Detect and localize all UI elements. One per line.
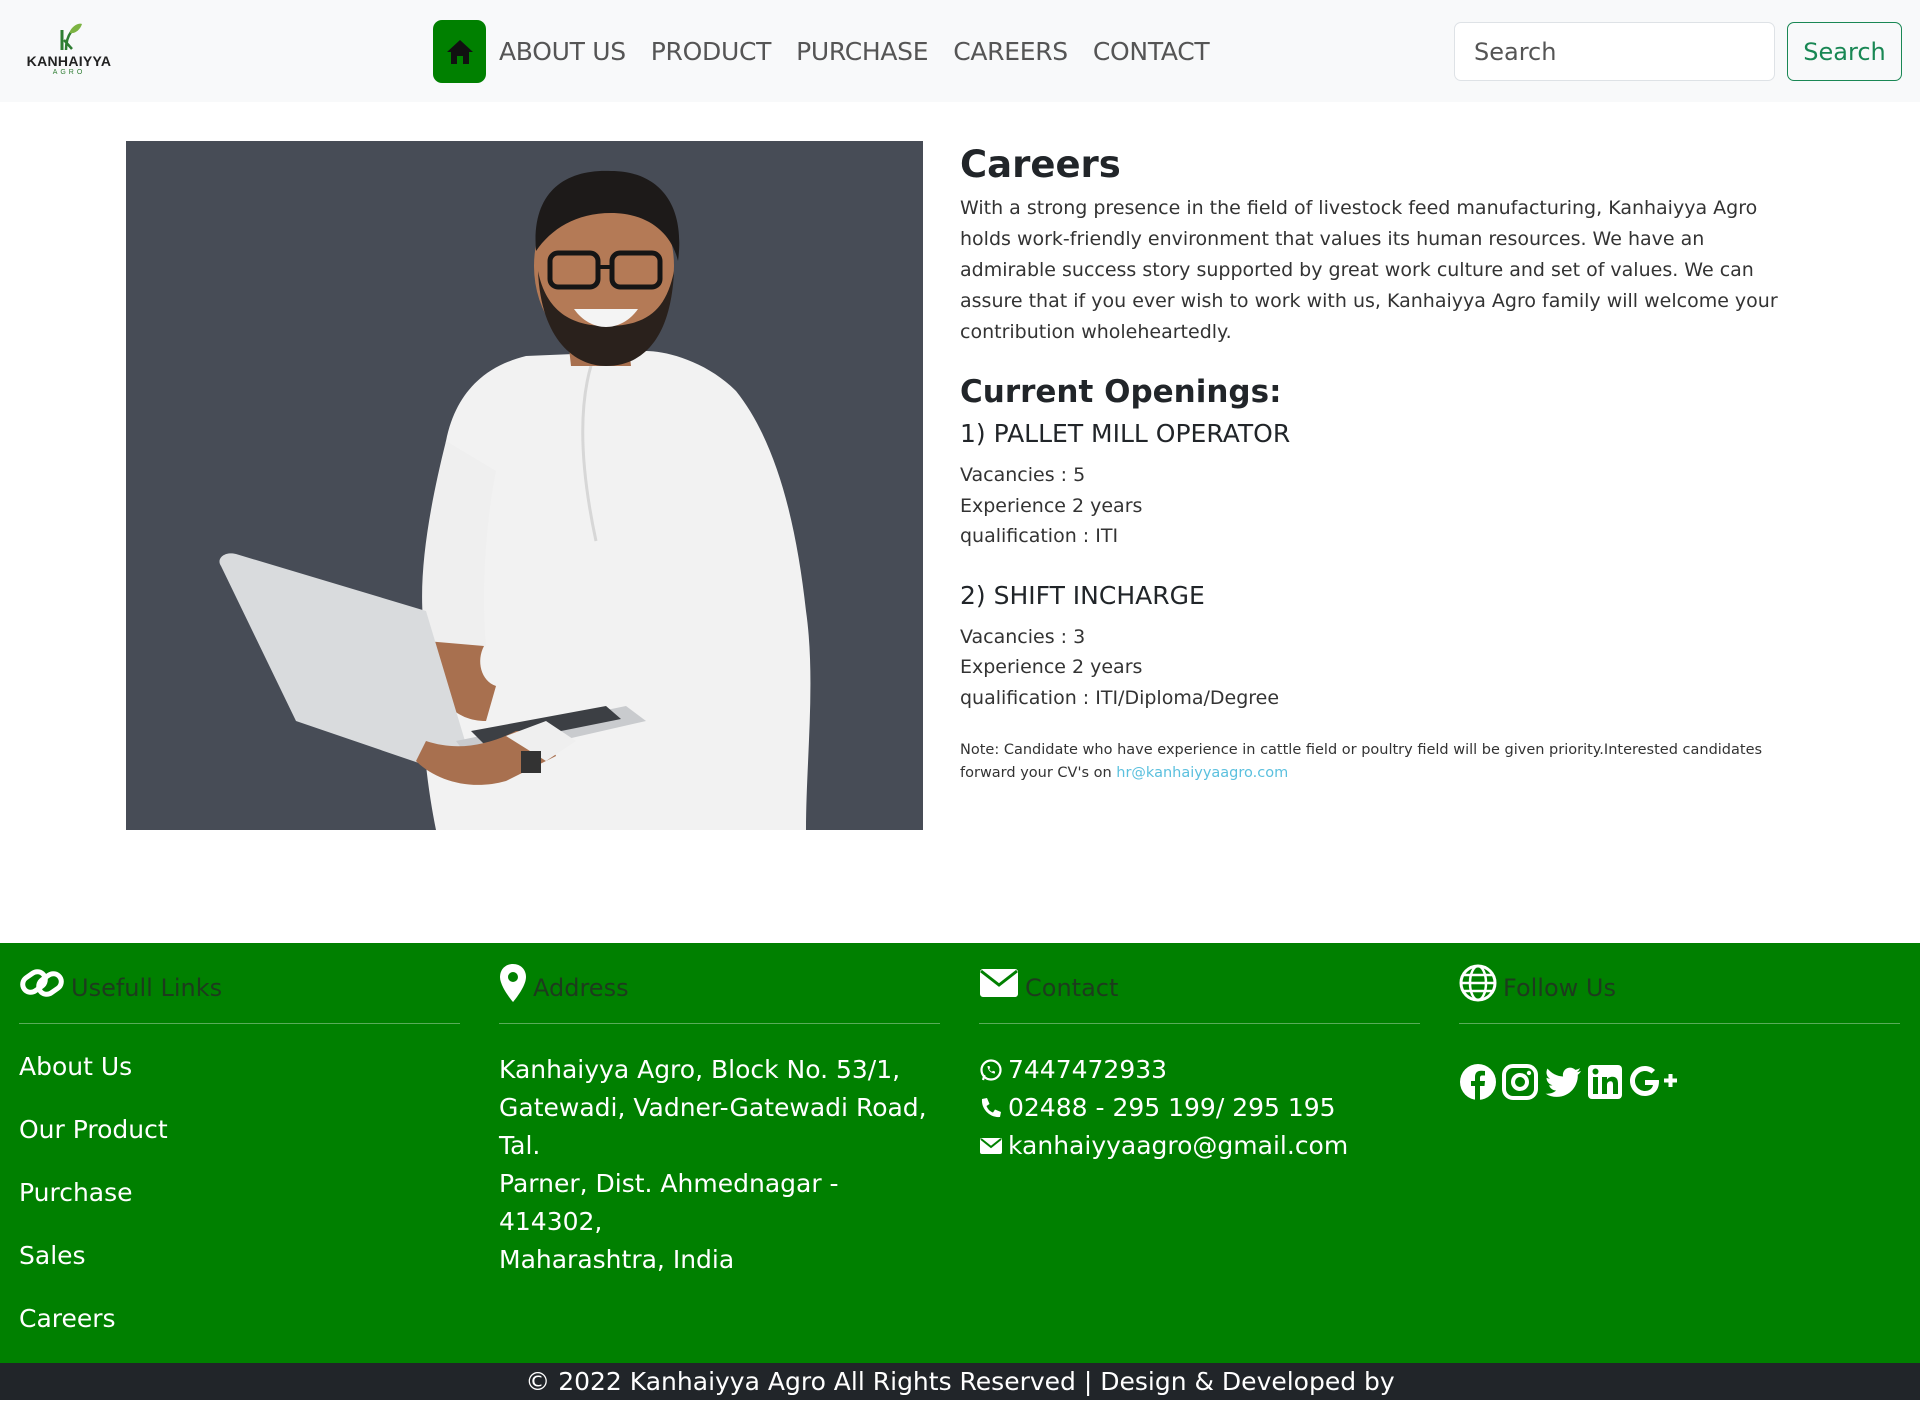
footer-divider bbox=[19, 1023, 460, 1024]
phone-icon bbox=[981, 1098, 1001, 1118]
hr-email-link[interactable]: hr@kanhaiyyaagro.com bbox=[1116, 765, 1288, 781]
job-vacancies: Vacancies : 3 bbox=[960, 625, 1086, 648]
address-line: Parner, Dist. Ahmednagar - 414302, bbox=[499, 1169, 839, 1236]
footer-links-list: About Us Our Product Purchase Sales Care… bbox=[19, 1051, 168, 1366]
home-button[interactable] bbox=[433, 20, 486, 83]
footer-address-text: Kanhaiyya Agro, Block No. 53/1, Gatewadi… bbox=[499, 1051, 940, 1279]
job-title: 2) SHIFT INCHARGE bbox=[960, 580, 1205, 610]
footer-contact-list: 7447472933 02488 - 295 199/ 295 195 kanh… bbox=[979, 1051, 1348, 1165]
job-experience: Experience 2 years bbox=[960, 494, 1143, 517]
careers-content: Careers With a strong presence in the fi… bbox=[960, 141, 1790, 785]
address-line: Kanhaiyya Agro, Block No. 53/1, bbox=[499, 1055, 901, 1084]
openings-title: Current Openings: bbox=[960, 374, 1282, 410]
footer-link-sales[interactable]: Sales bbox=[19, 1240, 168, 1272]
social-icons bbox=[1459, 1063, 1683, 1101]
copyright-bar: © 2022 Kanhaiyya Agro All Rights Reserve… bbox=[0, 1363, 1920, 1400]
nav-careers[interactable]: CAREERS bbox=[953, 37, 1068, 66]
job-qualification: qualification : ITI/Diploma/Degree bbox=[960, 686, 1280, 709]
page-title: Careers bbox=[960, 143, 1121, 186]
google-plus-icon[interactable] bbox=[1629, 1063, 1679, 1101]
footer-link-our-product[interactable]: Our Product bbox=[19, 1114, 168, 1146]
footer-divider bbox=[499, 1023, 940, 1024]
address-line: Gatewadi, Vadner-Gatewadi Road, Tal. bbox=[499, 1093, 927, 1160]
navbar: KANHAIYYA AGRO ABOUT US PRODUCT PURCHASE… bbox=[0, 0, 1920, 102]
email-contact[interactable]: kanhaiyyaagro@gmail.com bbox=[979, 1127, 1348, 1165]
envelope-icon bbox=[980, 969, 1018, 997]
footer-link-careers[interactable]: Careers bbox=[19, 1303, 168, 1335]
address-line: Maharashtra, India bbox=[499, 1245, 735, 1274]
footer-address-heading: Address bbox=[499, 958, 629, 1008]
whatsapp-icon bbox=[980, 1059, 1002, 1081]
location-pin-icon bbox=[500, 964, 526, 1002]
nav-product[interactable]: PRODUCT bbox=[651, 37, 772, 66]
job-vacancies: Vacancies : 5 bbox=[960, 464, 1086, 486]
brand-name: KANHAIYYA bbox=[26, 53, 112, 69]
nav-purchase[interactable]: PURCHASE bbox=[796, 37, 928, 66]
linkedin-icon[interactable] bbox=[1587, 1063, 1625, 1101]
link-icon bbox=[20, 969, 64, 997]
search-button[interactable]: Search bbox=[1787, 22, 1902, 81]
job-title: 1) PALLET MILL OPERATOR bbox=[960, 419, 1291, 448]
footer-link-purchase[interactable]: Purchase bbox=[19, 1177, 168, 1209]
careers-intro: With a strong presence in the field of l… bbox=[960, 197, 1778, 343]
footer-follow-heading: Follow Us bbox=[1459, 958, 1616, 1008]
footer-contact-heading: Contact bbox=[979, 958, 1118, 1008]
twitter-icon[interactable] bbox=[1543, 1063, 1583, 1101]
person-with-laptop-illustration bbox=[126, 141, 923, 830]
footer-links-heading: Usefull Links bbox=[19, 958, 222, 1008]
envelope-icon bbox=[980, 1138, 1002, 1154]
nav-about-us[interactable]: ABOUT US bbox=[499, 37, 626, 66]
note-text: Note: Candidate who have experience in c… bbox=[960, 742, 1763, 781]
search-input[interactable] bbox=[1454, 22, 1775, 81]
job-experience: Experience 2 years bbox=[960, 656, 1143, 678]
careers-note: Note: Candidate who have experience in c… bbox=[960, 739, 1790, 785]
brand-logo[interactable]: KANHAIYYA AGRO bbox=[22, 22, 116, 82]
globe-icon bbox=[1459, 964, 1497, 1002]
phone-contact[interactable]: 02488 - 295 199/ 295 195 bbox=[979, 1089, 1348, 1127]
footer-divider bbox=[1459, 1023, 1900, 1024]
leaf-icon bbox=[60, 23, 82, 51]
instagram-icon[interactable] bbox=[1501, 1063, 1539, 1101]
footer: Usefull Links About Us Our Product Purch… bbox=[0, 943, 1920, 1363]
whatsapp-contact[interactable]: 7447472933 bbox=[979, 1051, 1348, 1089]
home-icon bbox=[446, 39, 473, 64]
footer-link-about-us[interactable]: About Us bbox=[19, 1051, 168, 1083]
footer-divider bbox=[979, 1023, 1420, 1024]
nav-menu: ABOUT US PRODUCT PURCHASE CAREERS CONTAC… bbox=[499, 0, 1234, 102]
brand-sub: AGRO bbox=[52, 69, 86, 76]
nav-contact[interactable]: CONTACT bbox=[1093, 37, 1210, 66]
facebook-icon[interactable] bbox=[1459, 1063, 1497, 1101]
job-qualification: qualification : ITI bbox=[960, 525, 1119, 547]
careers-hero-image bbox=[126, 141, 923, 830]
